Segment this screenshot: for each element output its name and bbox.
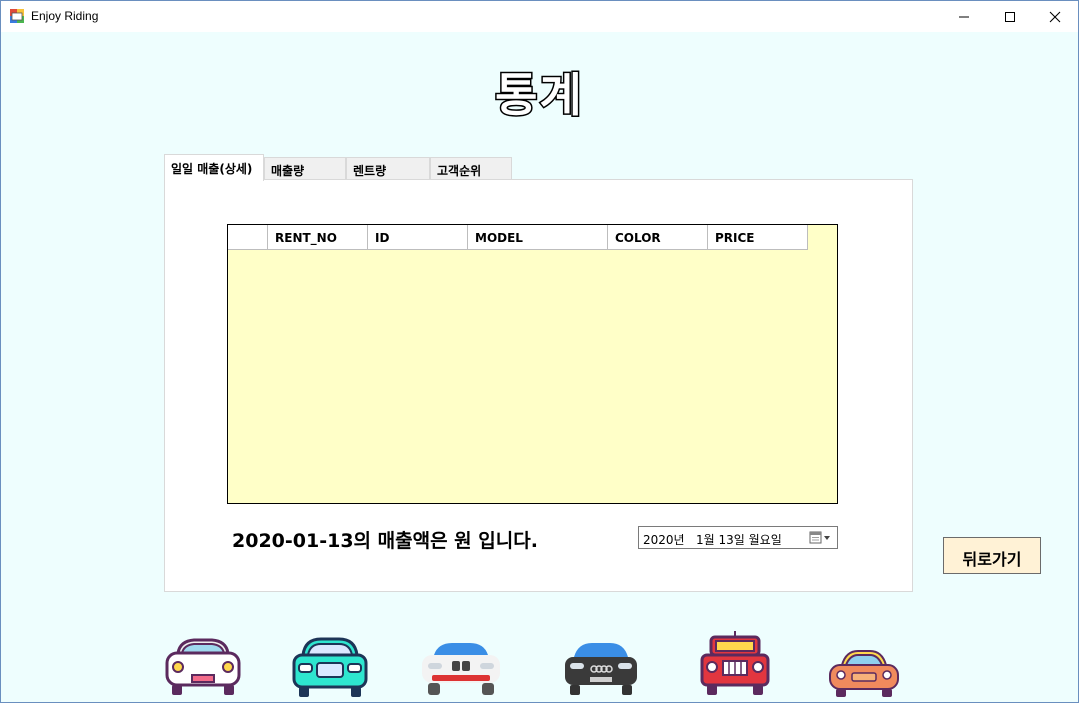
column-header-price[interactable]: PRICE [708,225,808,250]
red-jeep-icon [700,631,770,695]
minimize-icon [959,16,969,17]
black-car-icon [565,643,637,695]
tab-daily-sales-detail[interactable]: 일일 매출(상세) [164,154,264,181]
maximize-icon [1005,11,1015,22]
teal-car-icon [292,637,368,697]
title-bar: Enjoy Riding [1,1,1078,32]
column-header-rent-no[interactable]: RENT_NO [268,225,368,250]
page-title: 통계 [494,67,584,124]
column-header-color[interactable]: COLOR [608,225,708,250]
window-title: Enjoy Riding [31,9,99,23]
date-picker-value: 2020년 1월 13일 월요일 [643,533,782,547]
close-button[interactable] [1032,1,1078,32]
column-header-id[interactable]: ID [368,225,468,250]
column-header-model[interactable]: MODEL [468,225,608,250]
grid-header: RENT_NO ID MODEL COLOR PRICE [228,225,808,250]
close-icon [1049,11,1061,22]
app-icon [10,9,24,23]
tab-sales-volume[interactable]: 매출량 [264,157,346,180]
date-picker[interactable]: 2020년 1월 13일 월요일 [638,526,838,549]
sales-summary-text: 2020-01-13의 매출액은 원 입니다. [232,530,538,552]
tab-customer-ranking[interactable]: 고객순위 [430,157,512,180]
back-button[interactable]: 뒤로가기 [943,537,1041,574]
white-car-icon [165,638,241,695]
app-window: Enjoy Riding 통계 일일 매출(상세) 매출량 렌트량 고객순위 R… [0,0,1079,703]
white-blue-car-icon [422,643,500,695]
tab-rental-volume[interactable]: 렌트량 [346,157,430,180]
maximize-button[interactable] [987,1,1033,32]
minimize-button[interactable] [941,1,987,32]
grid-row-header-corner[interactable] [228,225,268,250]
sales-data-grid[interactable]: RENT_NO ID MODEL COLOR PRICE [227,224,838,504]
calendar-dropdown-icon[interactable] [809,531,833,545]
orange-car-icon [829,650,899,697]
